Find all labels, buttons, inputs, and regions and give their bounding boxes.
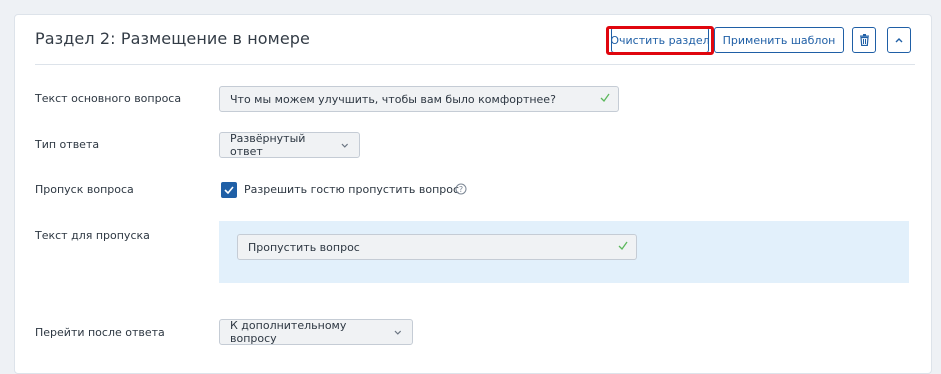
answer-type-value: Развёрнутый ответ — [230, 132, 306, 158]
next-dropdown[interactable]: К дополнительному вопросу — [219, 319, 413, 345]
answer-type-dropdown[interactable]: Развёрнутый ответ — [219, 132, 360, 158]
svg-text:?: ? — [459, 185, 463, 194]
help-icon[interactable]: ? — [455, 183, 467, 195]
question-value: Что мы можем улучшить, чтобы вам было ко… — [230, 92, 556, 106]
next-value: К дополнительному вопросу — [230, 319, 347, 345]
header-divider — [35, 64, 915, 65]
section-card: Раздел 2: Размещение в номере Очистить р… — [14, 14, 932, 374]
check-icon — [600, 93, 610, 102]
clear-section-button[interactable]: Очистить раздел — [610, 27, 710, 53]
trash-icon — [859, 34, 869, 46]
chevron-up-icon — [895, 38, 903, 43]
apply-template-button[interactable]: Применить шаблон — [714, 27, 844, 53]
section-title: Раздел 2: Размещение в номере — [35, 29, 310, 48]
chevron-down-icon — [394, 330, 402, 335]
chevron-down-icon — [341, 143, 349, 148]
next-label: Перейти после ответа — [35, 326, 165, 339]
skip-checkbox-label[interactable]: Разрешить гостю пропустить вопрос — [244, 183, 459, 196]
skip-text-value: Пропустить вопрос — [248, 240, 360, 254]
skip-label: Пропуск вопроса — [35, 183, 134, 196]
skip-text-input[interactable]: Пропустить вопрос — [237, 234, 637, 260]
delete-section-button[interactable] — [852, 27, 876, 53]
check-icon — [618, 241, 628, 250]
collapse-section-button[interactable] — [887, 27, 911, 53]
skip-text-label: Текст для пропуска — [35, 229, 150, 242]
check-icon — [224, 186, 234, 194]
skip-checkbox[interactable] — [221, 182, 237, 198]
question-label: Текст основного вопроса — [35, 92, 182, 105]
question-input[interactable]: Что мы можем улучшить, чтобы вам было ко… — [219, 86, 619, 112]
answer-type-label: Тип ответа — [35, 138, 100, 151]
